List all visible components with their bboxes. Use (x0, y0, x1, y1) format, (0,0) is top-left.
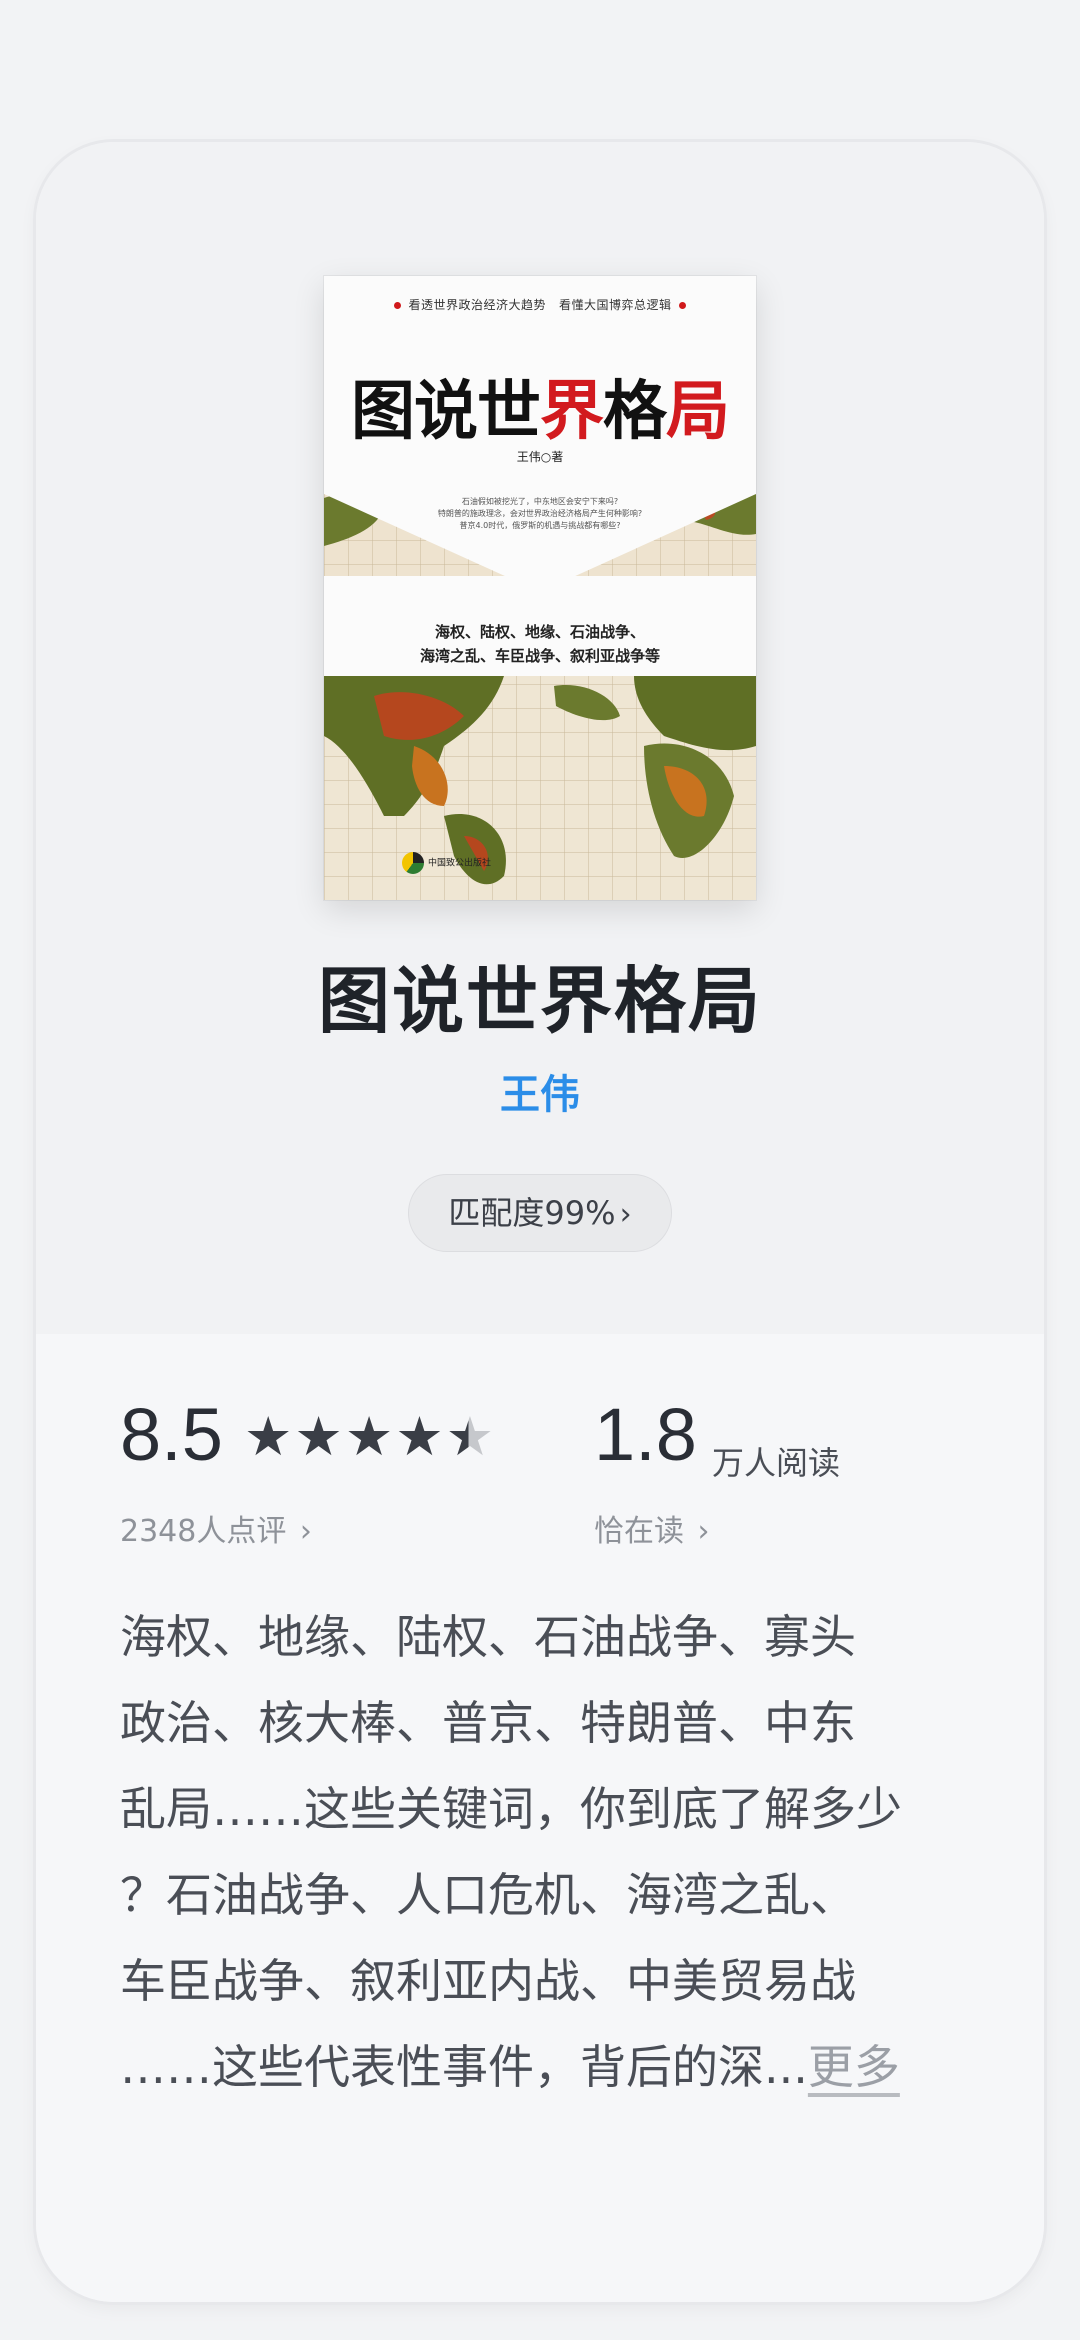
book-author-link[interactable]: 王伟 (36, 1062, 1044, 1120)
reviews-link[interactable]: 2348人点评 › (120, 1506, 312, 1550)
book-cover[interactable]: 看透世界政治经济大趋势 看懂大国博弈总逻辑 图说世界格局 王伟○著 石油假如被挖… (324, 276, 756, 900)
description-line: 政治、核大棒、普京、特朗普、中东 (120, 1696, 856, 1750)
description-line: ？石油战争、人口危机、海湾之乱、 (120, 1868, 856, 1922)
cover-blurb: 石油假如被挖光了，中东地区会安宁下来吗? 特朗普的施政理念，会对世界政治经济格局… (437, 497, 643, 530)
reading-now-label: 恰在读 (594, 1514, 684, 1549)
cover-keywords: 海权、陆权、地缘、石油战争、 海湾之乱、车臣战争、叙利亚战争等 (419, 623, 660, 665)
star-icon: ★ (344, 1405, 396, 1468)
match-score-label: 匹配度99% (448, 1194, 616, 1232)
rating-stars: ★★★★★ (244, 1410, 496, 1464)
chevron-right-icon: › (290, 1514, 312, 1549)
reads-count: 1.8 (594, 1393, 697, 1476)
description-line: ……这些代表性事件，背后的深... (120, 2040, 808, 2094)
red-dot-icon (393, 302, 401, 309)
reads-unit: 万人阅读 (712, 1444, 841, 1482)
description-last-line: ……这些代表性事件，背后的深...更多 (120, 2024, 980, 2110)
chevron-right-icon: › (688, 1514, 710, 1549)
book-detail-card: 看透世界政治经济大趋势 看懂大国博弈总逻辑 图说世界格局 王伟○著 石油假如被挖… (36, 142, 1044, 2302)
match-score-button[interactable]: 匹配度99% › (408, 1174, 672, 1252)
star-icon: ★ (244, 1405, 295, 1468)
description-line: 海权、地缘、陆权、石油战争、寡头 (120, 1610, 856, 1664)
cover-publisher: 中国致公出版社 (402, 852, 491, 874)
publisher-logo-icon (402, 852, 424, 874)
description-line: 车臣战争、叙利亚内战、中美贸易战 (120, 1954, 856, 2008)
more-link[interactable]: 更多 (808, 2040, 900, 2094)
book-title: 图说世界格局 (317, 958, 762, 1043)
rating-score: 8.5 (120, 1393, 223, 1476)
cover-tagline: 看透世界政治经济大趋势 看懂大国博弈总逻辑 (324, 296, 756, 313)
star-half-icon: ★ (445, 1405, 497, 1468)
red-dot-icon (679, 302, 687, 309)
star-icon: ★ (294, 1405, 345, 1468)
reviews-count: 2348人点评 (120, 1514, 287, 1549)
chevron-right-icon: › (619, 1197, 632, 1232)
cover-title: 图说世界格局 (351, 374, 730, 449)
reading-now-link[interactable]: 恰在读 › (594, 1506, 710, 1550)
star-icon: ★ (395, 1405, 446, 1468)
cover-author: 王伟○著 (516, 450, 564, 464)
description-line: 乱局……这些关键词，你到底了解多少 (120, 1782, 902, 1836)
book-description: 海权、地缘、陆权、石油战争、寡头 政治、核大棒、普京、特朗普、中东 乱局……这些… (120, 1594, 980, 2110)
